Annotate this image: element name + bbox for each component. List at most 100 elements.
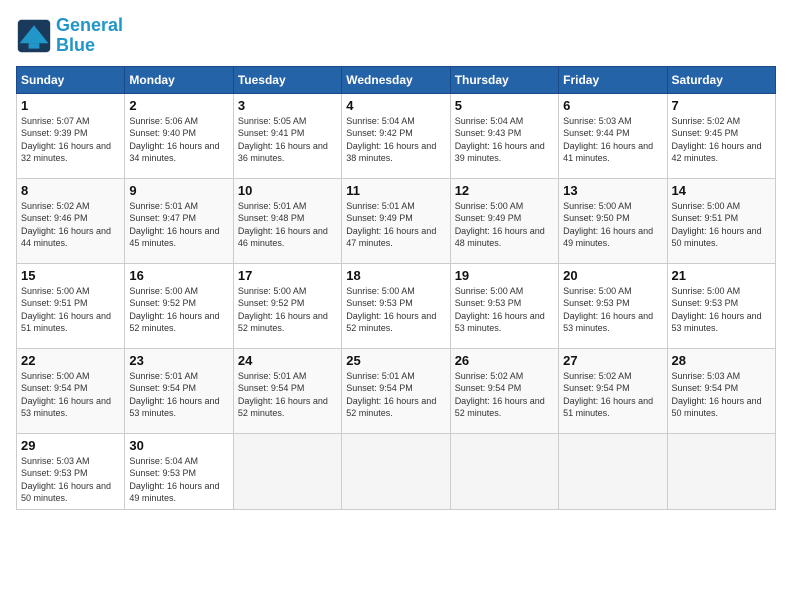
calendar-cell: 27Sunrise: 5:02 AMSunset: 9:54 PMDayligh… xyxy=(559,348,667,433)
calendar-week-row: 1 Sunrise: 5:07 AMSunset: 9:39 PMDaylight… xyxy=(17,93,776,178)
day-number: 16 xyxy=(129,268,228,283)
calendar-cell: 22 Sunrise: 5:00 AMSunset: 9:54 PMDayligh… xyxy=(17,348,125,433)
day-info: Sunrise: 5:01 AMSunset: 9:47 PMDaylight:… xyxy=(129,200,228,250)
calendar-cell: 8 Sunrise: 5:02 AMSunset: 9:46 PMDaylight… xyxy=(17,178,125,263)
day-info: Sunrise: 5:04 AMSunset: 9:43 PMDaylight:… xyxy=(455,115,554,165)
day-info: Sunrise: 5:01 AMSunset: 9:54 PMDaylight:… xyxy=(346,370,445,420)
day-number: 21 xyxy=(672,268,771,283)
day-info: Sunrise: 5:03 AMSunset: 9:44 PMDaylight:… xyxy=(563,115,662,165)
day-number: 4 xyxy=(346,98,445,113)
day-number: 6 xyxy=(563,98,662,113)
calendar-cell: 15 Sunrise: 5:00 AMSunset: 9:51 PMDayligh… xyxy=(17,263,125,348)
calendar-cell xyxy=(233,433,341,509)
day-info: Sunrise: 5:00 AMSunset: 9:53 PMDaylight:… xyxy=(563,285,662,335)
weekday-header: Wednesday xyxy=(342,66,450,93)
day-info: Sunrise: 5:04 AMSunset: 9:53 PMDaylight:… xyxy=(129,455,228,505)
calendar-cell: 6 Sunrise: 5:03 AMSunset: 9:44 PMDaylight… xyxy=(559,93,667,178)
calendar-cell: 12 Sunrise: 5:00 AMSunset: 9:49 PMDayligh… xyxy=(450,178,558,263)
calendar-cell xyxy=(667,433,775,509)
day-number: 5 xyxy=(455,98,554,113)
logo: General Blue xyxy=(16,16,123,56)
calendar-cell: 10 Sunrise: 5:01 AMSunset: 9:48 PMDayligh… xyxy=(233,178,341,263)
calendar-cell xyxy=(342,433,450,509)
day-info: Sunrise: 5:00 AMSunset: 9:52 PMDaylight:… xyxy=(238,285,337,335)
day-number: 7 xyxy=(672,98,771,113)
calendar-cell: 30Sunrise: 5:04 AMSunset: 9:53 PMDayligh… xyxy=(125,433,233,509)
calendar-week-row: 8 Sunrise: 5:02 AMSunset: 9:46 PMDaylight… xyxy=(17,178,776,263)
weekday-header: Thursday xyxy=(450,66,558,93)
weekday-header: Sunday xyxy=(17,66,125,93)
day-number: 9 xyxy=(129,183,228,198)
calendar-cell: 24 Sunrise: 5:01 AMSunset: 9:54 PMDayligh… xyxy=(233,348,341,433)
calendar-cell: 3 Sunrise: 5:05 AMSunset: 9:41 PMDaylight… xyxy=(233,93,341,178)
day-number: 12 xyxy=(455,183,554,198)
day-info: Sunrise: 5:02 AMSunset: 9:54 PMDaylight:… xyxy=(455,370,554,420)
calendar-cell: 5 Sunrise: 5:04 AMSunset: 9:43 PMDaylight… xyxy=(450,93,558,178)
weekday-header-row: SundayMondayTuesdayWednesdayThursdayFrid… xyxy=(17,66,776,93)
calendar-cell: 17 Sunrise: 5:00 AMSunset: 9:52 PMDayligh… xyxy=(233,263,341,348)
calendar-cell: 1 Sunrise: 5:07 AMSunset: 9:39 PMDaylight… xyxy=(17,93,125,178)
logo-blue: Blue xyxy=(56,35,95,55)
calendar-cell: 19 Sunrise: 5:00 AMSunset: 9:53 PMDayligh… xyxy=(450,263,558,348)
day-info: Sunrise: 5:01 AMSunset: 9:48 PMDaylight:… xyxy=(238,200,337,250)
day-info: Sunrise: 5:06 AMSunset: 9:40 PMDaylight:… xyxy=(129,115,228,165)
day-number: 10 xyxy=(238,183,337,198)
day-number: 15 xyxy=(21,268,120,283)
day-number: 26 xyxy=(455,353,554,368)
day-info: Sunrise: 5:00 AMSunset: 9:50 PMDaylight:… xyxy=(563,200,662,250)
calendar-cell: 26 Sunrise: 5:02 AMSunset: 9:54 PMDayligh… xyxy=(450,348,558,433)
weekday-header: Saturday xyxy=(667,66,775,93)
day-number: 8 xyxy=(21,183,120,198)
day-info: Sunrise: 5:00 AMSunset: 9:54 PMDaylight:… xyxy=(21,370,120,420)
page-header: General Blue xyxy=(16,16,776,56)
day-number: 25 xyxy=(346,353,445,368)
day-info: Sunrise: 5:05 AMSunset: 9:41 PMDaylight:… xyxy=(238,115,337,165)
calendar-cell: 20 Sunrise: 5:00 AMSunset: 9:53 PMDayligh… xyxy=(559,263,667,348)
day-number: 3 xyxy=(238,98,337,113)
day-info: Sunrise: 5:00 AMSunset: 9:49 PMDaylight:… xyxy=(455,200,554,250)
day-number: 29 xyxy=(21,438,120,453)
day-info: Sunrise: 5:00 AMSunset: 9:53 PMDaylight:… xyxy=(455,285,554,335)
day-info: Sunrise: 5:00 AMSunset: 9:51 PMDaylight:… xyxy=(21,285,120,335)
calendar-cell: 4Sunrise: 5:04 AMSunset: 9:42 PMDaylight… xyxy=(342,93,450,178)
day-info: Sunrise: 5:00 AMSunset: 9:53 PMDaylight:… xyxy=(346,285,445,335)
calendar-cell: 14Sunrise: 5:00 AMSunset: 9:51 PMDayligh… xyxy=(667,178,775,263)
day-number: 22 xyxy=(21,353,120,368)
logo-text: General Blue xyxy=(56,16,123,56)
calendar-cell: 28 Sunrise: 5:03 AMSunset: 9:54 PMDayligh… xyxy=(667,348,775,433)
calendar-cell xyxy=(450,433,558,509)
calendar-cell: 7 Sunrise: 5:02 AMSunset: 9:45 PMDaylight… xyxy=(667,93,775,178)
day-number: 1 xyxy=(21,98,120,113)
day-number: 2 xyxy=(129,98,228,113)
day-info: Sunrise: 5:02 AMSunset: 9:45 PMDaylight:… xyxy=(672,115,771,165)
calendar-cell: 13Sunrise: 5:00 AMSunset: 9:50 PMDayligh… xyxy=(559,178,667,263)
calendar-week-row: 15 Sunrise: 5:00 AMSunset: 9:51 PMDayligh… xyxy=(17,263,776,348)
day-number: 19 xyxy=(455,268,554,283)
calendar-cell: 23Sunrise: 5:01 AMSunset: 9:54 PMDayligh… xyxy=(125,348,233,433)
day-info: Sunrise: 5:01 AMSunset: 9:54 PMDaylight:… xyxy=(129,370,228,420)
day-info: Sunrise: 5:01 AMSunset: 9:54 PMDaylight:… xyxy=(238,370,337,420)
day-info: Sunrise: 5:03 AMSunset: 9:54 PMDaylight:… xyxy=(672,370,771,420)
calendar-cell: 11Sunrise: 5:01 AMSunset: 9:49 PMDayligh… xyxy=(342,178,450,263)
day-number: 17 xyxy=(238,268,337,283)
day-info: Sunrise: 5:00 AMSunset: 9:53 PMDaylight:… xyxy=(672,285,771,335)
weekday-header: Tuesday xyxy=(233,66,341,93)
day-info: Sunrise: 5:00 AMSunset: 9:51 PMDaylight:… xyxy=(672,200,771,250)
calendar-cell: 9 Sunrise: 5:01 AMSunset: 9:47 PMDaylight… xyxy=(125,178,233,263)
calendar-week-row: 22 Sunrise: 5:00 AMSunset: 9:54 PMDayligh… xyxy=(17,348,776,433)
day-number: 20 xyxy=(563,268,662,283)
day-info: Sunrise: 5:01 AMSunset: 9:49 PMDaylight:… xyxy=(346,200,445,250)
logo-icon xyxy=(16,18,52,54)
day-number: 24 xyxy=(238,353,337,368)
calendar-cell xyxy=(559,433,667,509)
day-info: Sunrise: 5:07 AMSunset: 9:39 PMDaylight:… xyxy=(21,115,120,165)
day-info: Sunrise: 5:00 AMSunset: 9:52 PMDaylight:… xyxy=(129,285,228,335)
calendar-cell: 18Sunrise: 5:00 AMSunset: 9:53 PMDayligh… xyxy=(342,263,450,348)
weekday-header: Friday xyxy=(559,66,667,93)
day-number: 28 xyxy=(672,353,771,368)
calendar-cell: 16 Sunrise: 5:00 AMSunset: 9:52 PMDayligh… xyxy=(125,263,233,348)
calendar-week-row: 29Sunrise: 5:03 AMSunset: 9:53 PMDayligh… xyxy=(17,433,776,509)
day-number: 27 xyxy=(563,353,662,368)
calendar-table: SundayMondayTuesdayWednesdayThursdayFrid… xyxy=(16,66,776,510)
day-info: Sunrise: 5:02 AMSunset: 9:46 PMDaylight:… xyxy=(21,200,120,250)
